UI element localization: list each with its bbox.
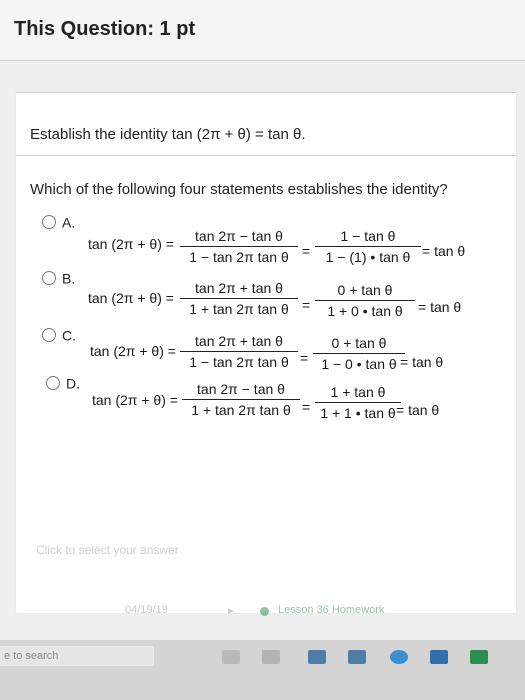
status-bar: 04/19/19 ▸ Lesson 36 Homework [120, 604, 520, 624]
radio-icon[interactable] [42, 271, 56, 286]
option-b-lhs: tan (2π + θ) = [88, 290, 174, 306]
select-answer-hint: Click to select your answer [36, 543, 179, 557]
equals-sign: = [302, 243, 311, 259]
taskbar: e to search [0, 640, 525, 700]
option-d-fraction-2: 1 + tan θ 1 + 1 • tan θ [315, 384, 401, 421]
store-icon[interactable] [430, 650, 448, 664]
fraction-numerator: 0 + tan θ [331, 335, 387, 351]
identity-prompt: Establish the identity tan (2π + θ) = ta… [30, 126, 306, 143]
option-b-fraction-2: 0 + tan θ 1 + 0 • tan θ [315, 282, 415, 319]
app-icon[interactable] [308, 650, 326, 664]
option-c-lhs: tan (2π + θ) = [90, 343, 176, 359]
question-text: Which of the following four statements e… [30, 181, 448, 198]
fraction-numerator: tan 2π + tan θ [195, 280, 283, 296]
taskbar-search-input[interactable]: e to search [0, 646, 154, 666]
question-header: This Question: 1 pt [0, 0, 525, 61]
equals-sign: = [302, 297, 311, 313]
radio-icon[interactable] [46, 376, 60, 391]
option-a-lhs: tan (2π + θ) = [88, 236, 174, 252]
lesson-homework-link[interactable]: Lesson 36 Homework [278, 604, 384, 616]
option-d-lhs: tan (2π + θ) = [92, 392, 178, 408]
fraction-numerator: 0 + tan θ [337, 282, 393, 298]
radio-icon[interactable] [42, 215, 56, 230]
status-dot-icon [260, 607, 269, 616]
fraction-denominator: 1 − 0 • tan θ [313, 353, 405, 372]
option-label: C. [62, 327, 76, 344]
fraction-denominator: 1 − tan 2π tan θ [180, 246, 298, 265]
fraction-denominator: 1 − (1) • tan θ [315, 246, 421, 265]
option-c-result: = tan θ [400, 354, 444, 370]
option-b[interactable]: B. [42, 269, 75, 286]
option-c[interactable]: C. [42, 326, 76, 343]
option-label: D. [66, 375, 80, 392]
status-date: 04/19/19 [125, 604, 168, 616]
fraction-numerator: tan 2π − tan θ [197, 381, 285, 397]
option-d[interactable]: D. [46, 374, 80, 391]
radio-icon[interactable] [42, 328, 56, 343]
option-b-fraction-1: tan 2π + tan θ 1 + tan 2π tan θ [180, 280, 298, 317]
option-a-fraction-2: 1 − tan θ 1 − (1) • tan θ [315, 228, 421, 265]
fraction-denominator: 1 + 1 • tan θ [315, 402, 401, 421]
arrow-icon: ▸ [228, 605, 234, 617]
option-c-fraction-2: 0 + tan θ 1 − 0 • tan θ [313, 335, 405, 372]
folder-icon[interactable] [348, 650, 366, 664]
browser-icon[interactable] [390, 650, 408, 664]
microphone-icon[interactable] [222, 650, 240, 664]
fraction-numerator: tan 2π + tan θ [195, 333, 283, 349]
fraction-denominator: 1 − tan 2π tan θ [180, 351, 298, 370]
fraction-denominator: 1 + tan 2π tan θ [182, 399, 300, 418]
option-label: A. [62, 214, 76, 231]
fraction-numerator: 1 − tan θ [340, 228, 396, 244]
fraction-denominator: 1 + 0 • tan θ [315, 300, 415, 319]
equals-sign: = [302, 399, 311, 415]
option-label: B. [62, 270, 76, 287]
divider [16, 155, 516, 156]
option-a[interactable]: A. [42, 213, 75, 230]
equals-sign: = [300, 350, 309, 366]
option-d-fraction-1: tan 2π − tan θ 1 + tan 2π tan θ [182, 381, 300, 418]
option-a-result: = tan θ [422, 243, 466, 259]
fraction-denominator: 1 + tan 2π tan θ [180, 298, 298, 317]
fraction-numerator: 1 + tan θ [330, 384, 386, 400]
option-a-fraction-1: tan 2π − tan θ 1 − tan 2π tan θ [180, 228, 298, 265]
fraction-numerator: tan 2π − tan θ [195, 228, 283, 244]
excel-icon[interactable] [470, 650, 488, 664]
option-b-result: = tan θ [418, 299, 462, 315]
task-view-icon[interactable] [262, 650, 280, 664]
option-d-result: = tan θ [396, 402, 440, 418]
option-c-fraction-1: tan 2π + tan θ 1 − tan 2π tan θ [180, 333, 298, 370]
question-points-title: This Question: 1 pt [14, 18, 196, 40]
